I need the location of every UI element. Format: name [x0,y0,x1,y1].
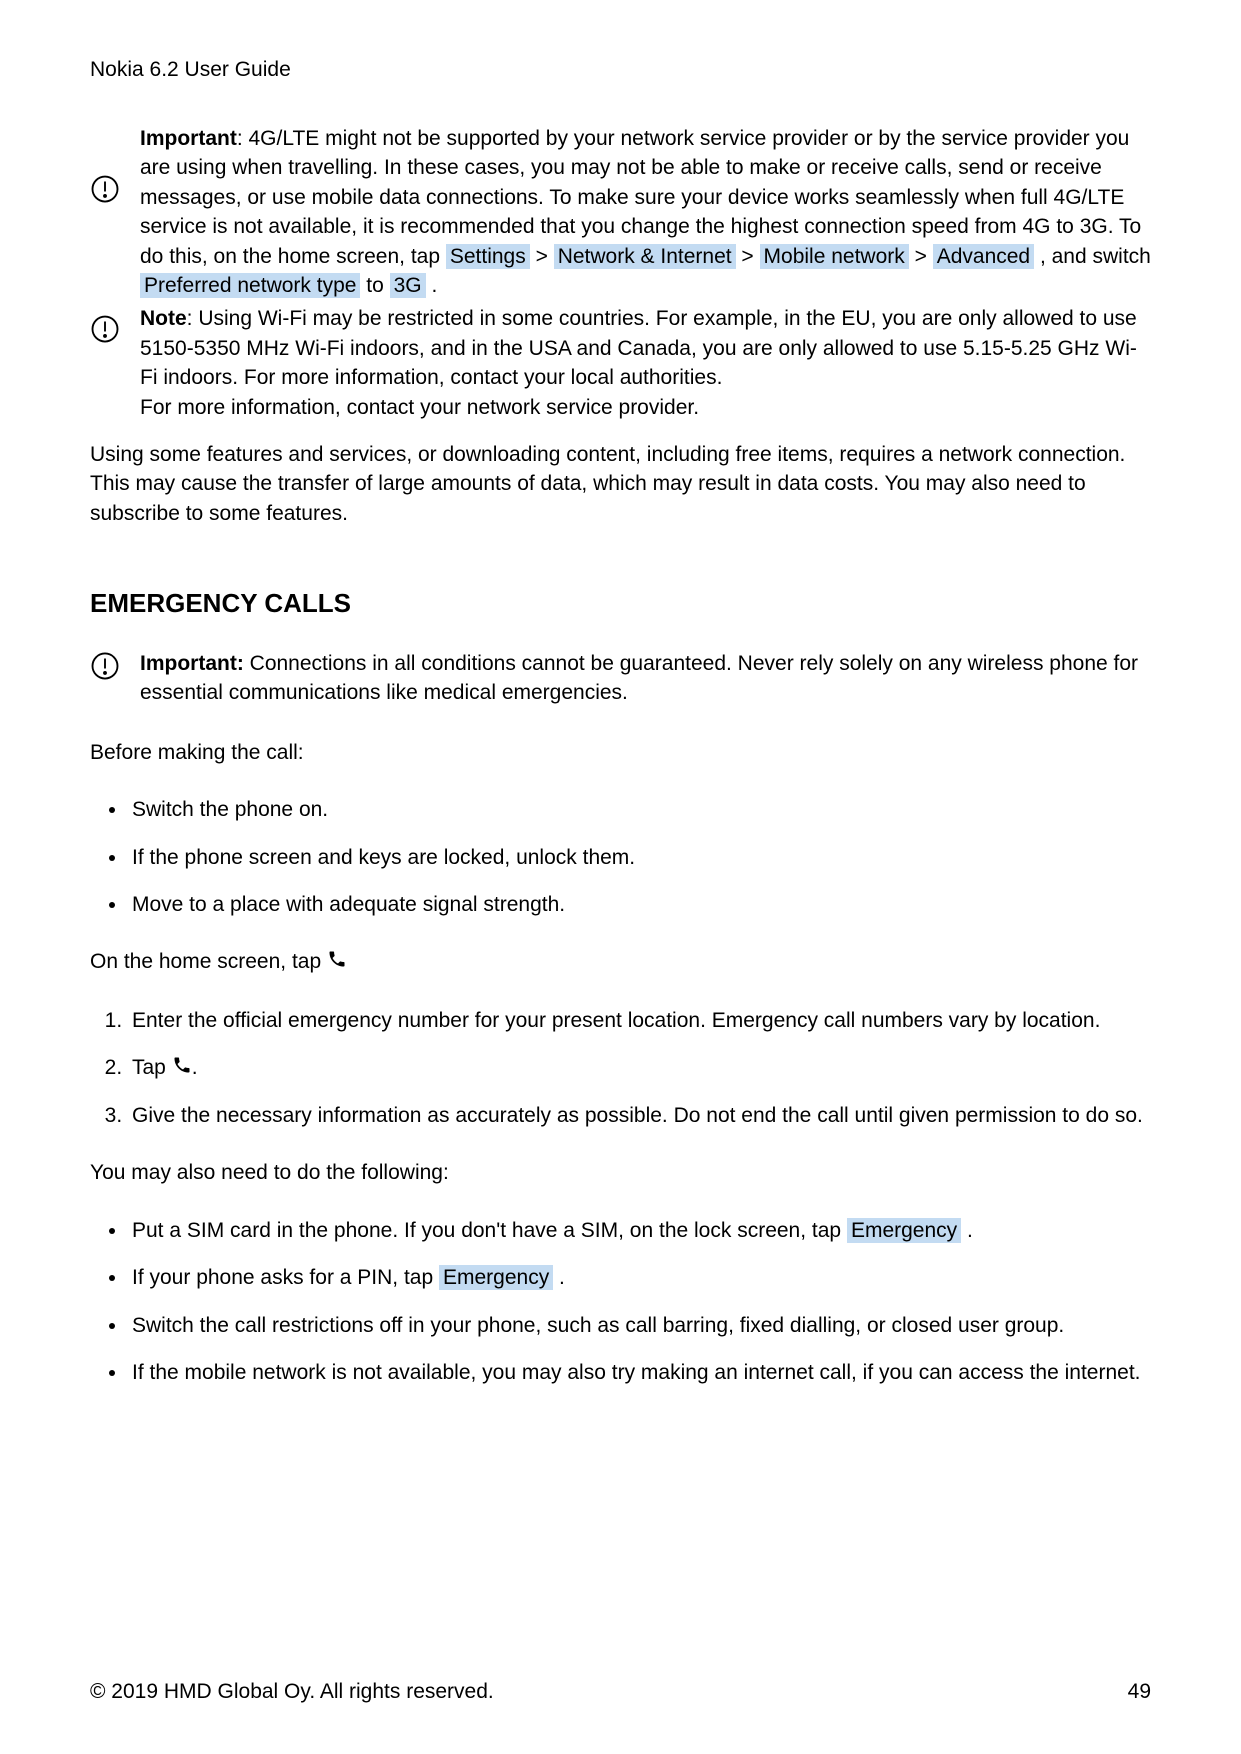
important-note-text: Important: 4G/LTE might not be supported… [140,124,1151,300]
important-body-2a: , and switch [1034,245,1151,268]
step2-text-b: . [192,1056,198,1079]
list-item: If the phone screen and keys are locked,… [128,843,1151,872]
note-label: Note [140,307,187,330]
list-item: Give the necessary information as accura… [128,1101,1151,1130]
list-item: Move to a place with adequate signal str… [128,890,1151,919]
step2-text-a: Tap [132,1056,172,1079]
before-call-lead: Before making the call: [90,738,1151,767]
before-call-bullets: Switch the phone on. If the phone screen… [90,795,1151,919]
emergency-steps: Enter the official emergency number for … [90,1006,1151,1131]
note-body-1: : Using Wi-Fi may be restricted in some … [140,307,1137,389]
important-label: Important [140,127,237,150]
wifi-note-text: Note: Using Wi-Fi may be restricted in s… [140,304,1151,422]
bullet-1b: . [961,1219,973,1242]
list-item: If your phone asks for a PIN, tap Emerge… [128,1263,1151,1292]
alert-icon [90,314,120,349]
emergency-important-text: Important: Connections in all conditions… [140,649,1151,708]
emergency-important-body: Connections in all conditions cannot be … [140,652,1138,704]
home-tap-text: On the home screen, tap [90,950,327,973]
home-screen-tap: On the home screen, tap [90,947,1151,977]
page-footer: © 2019 HMD Global Oy. All rights reserve… [90,1680,1151,1704]
emergency-highlight: Emergency [847,1218,961,1243]
also-lead: You may also need to do the following: [90,1158,1151,1187]
page-header: Nokia 6.2 User Guide [90,58,1151,82]
alert-icon [90,174,120,209]
copyright-text: © 2019 HMD Global Oy. All rights reserve… [90,1680,494,1704]
emergency-important-row: Important: Connections in all conditions… [90,649,1151,708]
path-mobile-network: Mobile network [760,244,909,269]
section-heading-emergency: EMERGENCY CALLS [90,588,1151,619]
data-costs-paragraph: Using some features and services, or dow… [90,440,1151,528]
bullet-1a: Put a SIM card in the phone. If you don'… [132,1219,847,1242]
list-item: Tap . [128,1053,1151,1083]
list-item: Put a SIM card in the phone. If you don'… [128,1216,1151,1245]
alert-icon [90,651,120,686]
path-preferred-network: Preferred network type [140,273,360,298]
list-item: Switch the phone on. [128,795,1151,824]
list-item: If the mobile network is not available, … [128,1358,1151,1387]
page-number: 49 [1128,1680,1151,1704]
note-body-2: For more information, contact your netwo… [140,393,1151,422]
list-item: Enter the official emergency number for … [128,1006,1151,1035]
bullet-2b: . [553,1266,565,1289]
phone-icon [172,1054,192,1083]
also-bullets: Put a SIM card in the phone. If you don'… [90,1216,1151,1388]
emergency-important-label: Important: [140,652,244,675]
path-3g: 3G [390,273,426,298]
important-body-2b: to [360,274,389,297]
phone-icon [327,948,347,977]
path-settings: Settings [446,244,530,269]
list-item: Switch the call restrictions off in your… [128,1311,1151,1340]
path-advanced: Advanced [933,244,1034,269]
important-note-row: Important: 4G/LTE might not be supported… [90,124,1151,300]
emergency-highlight: Emergency [439,1265,553,1290]
wifi-note-row: Note: Using Wi-Fi may be restricted in s… [90,304,1151,422]
path-network-internet: Network & Internet [554,244,736,269]
bullet-2a: If your phone asks for a PIN, tap [132,1266,439,1289]
important-body-2c: . [426,274,438,297]
